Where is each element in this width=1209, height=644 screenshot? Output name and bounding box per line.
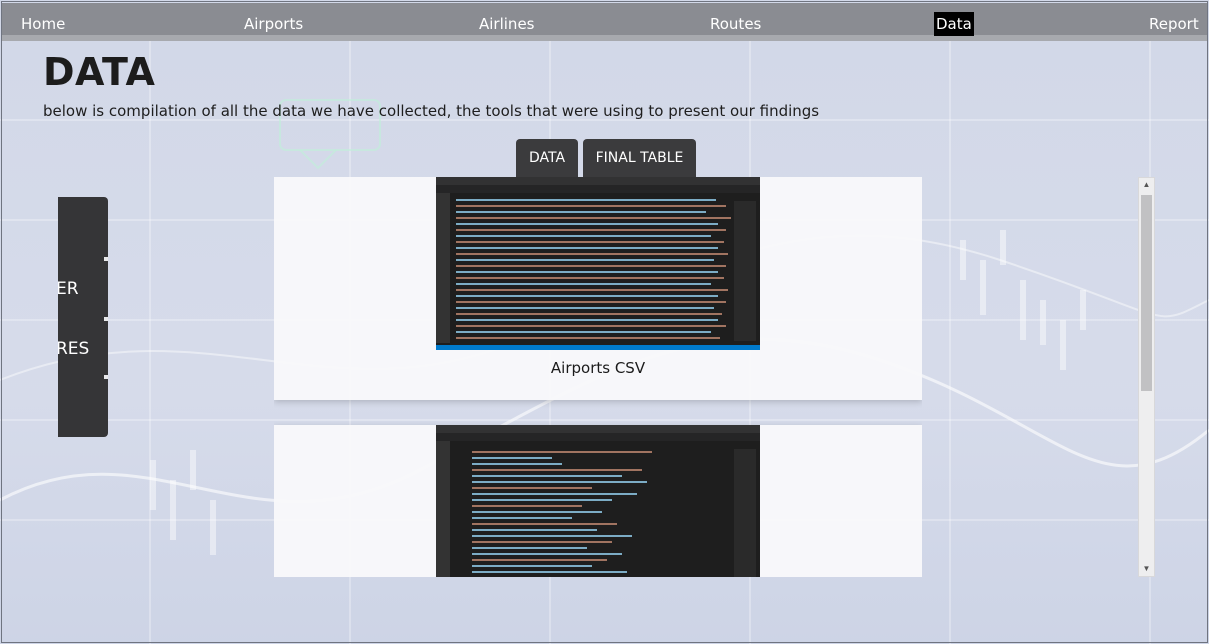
csv-screenshot-image <box>436 425 760 577</box>
card-caption: Airports CSV <box>550 359 646 377</box>
csv-screenshot-image <box>436 177 760 350</box>
page-subtitle: below is compilation of all the data we … <box>43 102 820 120</box>
side-panel-item[interactable]: ER <box>58 279 79 299</box>
data-card <box>274 425 922 577</box>
panel-divider <box>104 375 108 379</box>
scroll-down-icon[interactable]: ▼ <box>1139 562 1154 576</box>
nav-report[interactable]: Report <box>1147 12 1201 36</box>
nav-data[interactable]: Data <box>934 12 974 36</box>
scroll-thumb[interactable] <box>1141 195 1152 391</box>
nav-routes[interactable]: Routes <box>708 12 763 36</box>
tab-data[interactable]: DATA <box>516 139 578 177</box>
side-panel-item[interactable]: RES <box>58 339 89 359</box>
scroll-up-icon[interactable]: ▲ <box>1139 178 1154 192</box>
data-card: Airports CSV <box>274 177 922 400</box>
top-navbar: Home Airports Airlines Routes Data Repor… <box>2 3 1207 41</box>
nav-home[interactable]: Home <box>19 12 67 36</box>
panel-divider <box>104 317 108 321</box>
nav-airports[interactable]: Airports <box>242 12 305 36</box>
data-scroll-area[interactable]: Airports CSV <box>274 177 922 577</box>
side-panel: ER RES <box>58 197 108 437</box>
nav-airlines[interactable]: Airlines <box>477 12 536 36</box>
tab-final-table[interactable]: FINAL TABLE <box>583 139 696 177</box>
vertical-scrollbar[interactable]: ▲ ▼ <box>1138 177 1155 577</box>
page-title: DATA <box>43 50 156 94</box>
panel-divider <box>104 257 108 261</box>
